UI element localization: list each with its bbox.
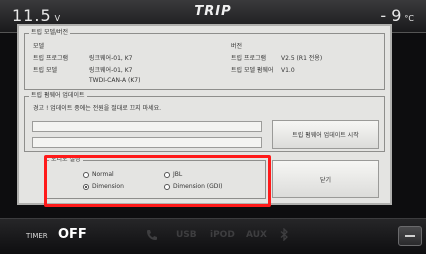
temperature-readout: - 9 °C [380,6,414,25]
bottom-bar: TIMER OFF USB iPOD AUX [0,218,426,254]
model-version-group-label: 트립 모델/버전 [31,29,69,36]
firmware-update-start-button[interactable]: 트립 펌웨어 업데이트 시작 [272,120,379,149]
model-extra: TWDI-CAN-A (K7) [89,77,141,84]
program-value: 링크웨어-01, K7 [89,55,133,62]
source-aux[interactable]: AUX [246,230,267,240]
highlight-box [44,155,271,207]
temperature-value: - 9 [380,6,402,25]
temperature-unit: °C [404,14,414,23]
close-button[interactable]: 닫기 [272,160,379,198]
model-value: 링크웨어-01, K7 [89,67,133,74]
menu-button[interactable] [398,226,422,246]
firmware-warning: 경고 ! 업데이트 중에는 전원을 절대로 끄지 마세요. [33,105,162,112]
version-header: 버전 [231,43,243,50]
program-version-label: 트립 프로그램 [231,55,267,62]
firmware-version-value: V1.0 [281,67,295,74]
firmware-update-group-label: 트립 펌웨어 업데이트 [31,92,85,99]
firmware-status-bar [32,137,262,148]
timer-value[interactable]: OFF [58,227,87,242]
source-ipod[interactable]: iPOD [210,230,235,240]
screen-title: TRIP [194,4,232,19]
bluetooth-icon[interactable] [280,228,289,241]
phone-icon[interactable] [146,229,158,241]
model-label: 트립 모델 [33,67,57,74]
model-header: 모델 [33,43,45,50]
model-version-group: 트립 모델/버전 [24,30,385,90]
program-version-value: V2.5 (R1 전용) [281,55,323,62]
timer-label: TIMER [26,232,48,240]
source-usb[interactable]: USB [176,230,197,240]
firmware-progress-bar [32,121,262,132]
firmware-version-label: 트립 모델 펌웨어 [231,67,274,74]
program-label: 트립 프로그램 [33,55,69,62]
